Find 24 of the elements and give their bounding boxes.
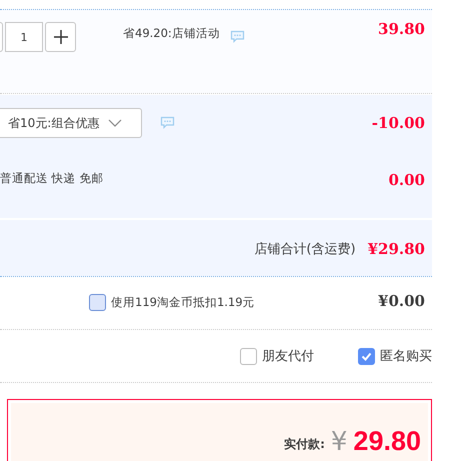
- option-label[interactable]: 朋友代付: [262, 347, 314, 365]
- plus-icon[interactable]: [45, 22, 76, 52]
- amount: 0.00: [388, 171, 425, 189]
- option-label[interactable]: 匿名购买: [380, 347, 432, 365]
- message-icon[interactable]: [230, 30, 245, 43]
- promotion-dropdown[interactable]: 省10元:组合优惠: [0, 108, 142, 138]
- payment-label: 实付款:: [284, 436, 325, 453]
- quantity-field[interactable]: 1: [5, 22, 43, 52]
- discount-note: 省49.20:店铺活动: [123, 26, 220, 41]
- checkbox[interactable]: [358, 348, 375, 364]
- coin-deduction-label: 使用119淘金币抵扣1.19元: [111, 295, 255, 310]
- payment-amount: 29.80: [353, 428, 421, 455]
- caret-icon[interactable]: [108, 119, 122, 127]
- checkbox[interactable]: [89, 294, 106, 311]
- amount: -10.00: [372, 114, 425, 132]
- store-total-label: 店铺合计(含运费): [254, 241, 356, 258]
- store-total: ¥29.80: [368, 240, 425, 258]
- checkbox[interactable]: [240, 348, 257, 364]
- message-icon[interactable]: [160, 116, 175, 128]
- amount: ¥0.00: [378, 292, 425, 310]
- price: 39.80: [378, 20, 425, 38]
- currency-symbol: ¥: [330, 429, 348, 455]
- checkmark-icon: [361, 352, 372, 360]
- shipping-method: 普通配送 快递 免邮: [0, 171, 104, 186]
